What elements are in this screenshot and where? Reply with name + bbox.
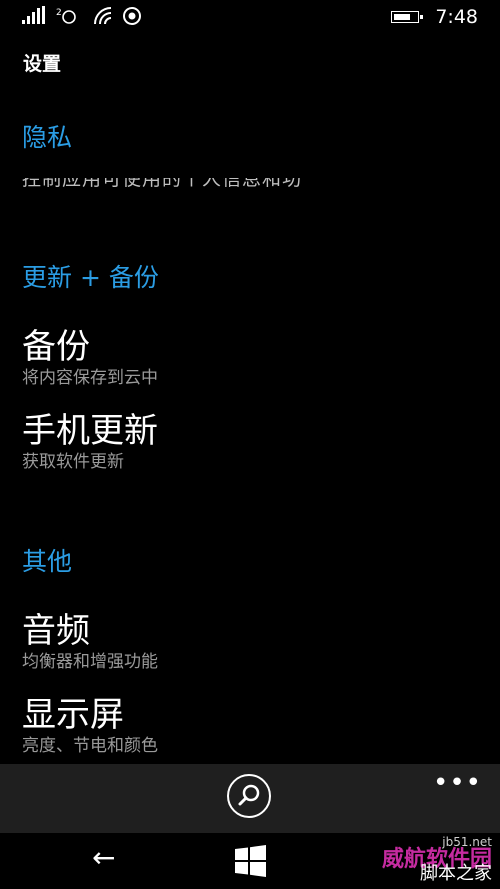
item-title: 音频 (22, 611, 90, 651)
section-header-privacy: 隐私 (22, 123, 73, 152)
watermark: jb51.net 威航软件园 脚本之家 (382, 835, 492, 884)
app-bar: ••• (0, 764, 500, 833)
settings-item-phone-update[interactable]: 手机更新 获取软件更新 (22, 411, 158, 473)
more-options-button[interactable]: ••• (433, 768, 482, 798)
settings-item-display[interactable]: 显示屏 亮度、节电和颜色 (22, 695, 158, 757)
watermark-url: jb51.net (442, 835, 492, 849)
location-icon (123, 7, 141, 25)
wifi-icon (94, 7, 112, 25)
privacy-item-cut[interactable]: 控制应用可使用的个人信息和功能 (22, 178, 312, 188)
item-title: 手机更新 (22, 411, 158, 451)
status-bar: 2 7:48 (0, 0, 500, 34)
navigation-bar: ← jb51.net 威航软件园 脚本之家 (0, 833, 500, 889)
item-title: 显示屏 (22, 695, 124, 735)
section-header-update-backup: 更新 + 备份 (22, 263, 159, 292)
item-title: 备份 (22, 327, 90, 367)
settings-item-backup[interactable]: 备份 将内容保存到云中 (22, 327, 158, 389)
back-button[interactable]: ← (92, 841, 115, 874)
item-subtitle: 均衡器和增强功能 (22, 652, 158, 672)
sim2-icon (62, 10, 76, 24)
search-icon (238, 784, 260, 806)
clock: 7:48 (435, 6, 478, 28)
sim2-label: 2 (56, 8, 62, 18)
search-button[interactable] (227, 774, 271, 818)
settings-item-audio[interactable]: 音频 均衡器和增强功能 (22, 611, 158, 673)
item-subtitle: 亮度、节电和颜色 (22, 736, 158, 756)
signal-strength-icon (22, 6, 45, 24)
page-title: 设置 (23, 53, 62, 75)
windows-start-icon[interactable] (235, 845, 267, 877)
battery-icon (391, 11, 423, 23)
section-header-other: 其他 (22, 547, 73, 576)
item-subtitle: 将内容保存到云中 (22, 368, 158, 388)
signal-icons: 2 (22, 6, 141, 25)
item-subtitle: 获取软件更新 (22, 452, 124, 472)
watermark-logo-text: 脚本之家 (420, 863, 492, 884)
